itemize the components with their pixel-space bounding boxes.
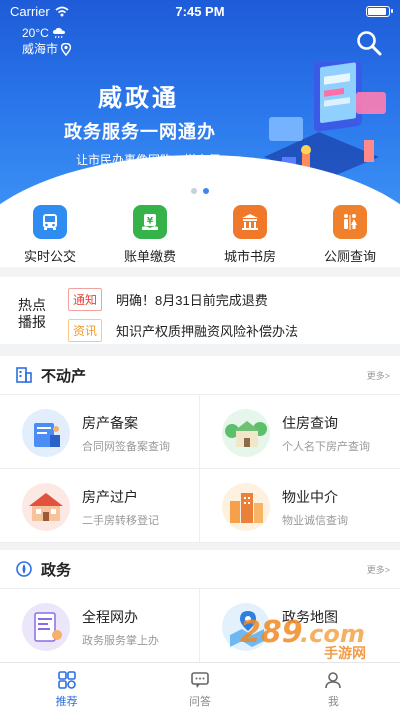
service-property-transfer[interactable]: 房产过户 二手房转移登记 bbox=[0, 469, 200, 543]
section-header: 不动产 更多> bbox=[0, 356, 400, 394]
profile-icon bbox=[325, 672, 342, 689]
quick-item-bus[interactable]: 实时公交 bbox=[0, 205, 100, 267]
more-link[interactable]: 更多> bbox=[367, 369, 390, 382]
service-title: 物业中介 bbox=[282, 489, 338, 505]
section-title: 政务 bbox=[41, 561, 72, 579]
tab-recommend[interactable]: 推荐 bbox=[0, 663, 133, 710]
banner-brand: 威政通 bbox=[98, 85, 179, 112]
service-title: 房产过户 bbox=[82, 489, 138, 505]
property-transfer-illustration bbox=[22, 483, 70, 531]
news-item[interactable]: 资讯 知识产权质押融资风险补偿办法 bbox=[68, 319, 298, 342]
city-label: 威海市 bbox=[22, 42, 59, 56]
hot-news-heading: 热点 播报 bbox=[18, 297, 46, 331]
property-filing-illustration bbox=[22, 409, 70, 457]
pager-dot[interactable] bbox=[191, 188, 197, 194]
service-title: 全程网办 bbox=[82, 609, 138, 625]
quick-item-toilet[interactable]: 公厕查询 bbox=[300, 205, 400, 267]
wifi-icon bbox=[55, 6, 69, 16]
service-title: 住房查询 bbox=[282, 415, 338, 431]
notice-tag: 通知 bbox=[68, 288, 103, 311]
recommend-icon bbox=[57, 671, 76, 689]
service-title: 房产备案 bbox=[82, 415, 138, 431]
service-desc: 物业诚信查询 bbox=[282, 515, 348, 527]
svg-text:手游网: 手游网 bbox=[324, 645, 366, 660]
housing-query-illustration bbox=[222, 409, 270, 457]
tab-qa[interactable]: 问答 bbox=[133, 663, 266, 710]
section-header: 政务 更多> bbox=[0, 550, 400, 588]
quick-item-label: 城市书房 bbox=[223, 249, 276, 264]
banner-slogan: 政务服务一网通办 bbox=[64, 122, 216, 142]
quick-item-bill[interactable]: ¥ 账单缴费 bbox=[100, 205, 200, 267]
service-desc: 二手房转移登记 bbox=[82, 515, 159, 527]
service-grid: 房产备案 合同网签备案查询 住房查询 个人名下房产查询 房产过户 二手房转移登记… bbox=[0, 394, 400, 543]
real-estate-section: 不动产 更多> 房产备案 合同网签备案查询 住房查询 个人名下房产查询 房产过户… bbox=[0, 356, 400, 543]
weather-widget[interactable]: 20°C 威海市 bbox=[22, 25, 72, 57]
pager-dot[interactable] bbox=[203, 188, 209, 194]
temperature-label: 20°C bbox=[22, 26, 49, 40]
service-property-filing[interactable]: 房产备案 合同网签备案查询 bbox=[0, 395, 200, 469]
info-tag: 资讯 bbox=[68, 319, 103, 342]
tab-profile[interactable]: 我 bbox=[267, 663, 400, 710]
svg-text:289: 289 bbox=[240, 615, 303, 650]
qa-icon bbox=[191, 672, 209, 688]
section-title: 不动产 bbox=[41, 367, 87, 385]
news-text: 知识产权质押融资风险补偿办法 bbox=[116, 324, 299, 339]
hot-news-label: 热点 播报 bbox=[18, 297, 46, 330]
bus-icon bbox=[33, 205, 67, 239]
rain-cloud-icon bbox=[52, 27, 65, 39]
search-icon[interactable] bbox=[356, 30, 382, 56]
battery-icon bbox=[366, 5, 393, 17]
full-online-illustration bbox=[22, 603, 70, 651]
news-text: 明确！8月31日前完成退费 bbox=[116, 293, 268, 308]
status-bar: Carrier 7:45 PM bbox=[0, 0, 400, 22]
toilet-icon bbox=[333, 205, 367, 239]
service-desc: 个人名下房产查询 bbox=[282, 441, 370, 453]
svg-text:.com: .com bbox=[300, 620, 365, 648]
quick-services: 实时公交 ¥ 账单缴费 城市书房 公厕查询 bbox=[0, 205, 400, 267]
tab-label: 推荐 bbox=[55, 696, 78, 708]
quick-item-library[interactable]: 城市书房 bbox=[200, 205, 300, 267]
news-item[interactable]: 通知 明确！8月31日前完成退费 bbox=[68, 288, 268, 311]
quick-item-label: 实时公交 bbox=[23, 249, 76, 264]
tab-label: 问答 bbox=[188, 696, 211, 708]
government-icon bbox=[16, 561, 32, 577]
hot-news-panel: 热点 播报 通知 明确！8月31日前完成退费 资讯 知识产权质押融资风险补偿办法 bbox=[0, 277, 400, 344]
service-desc: 合同网签备案查询 bbox=[82, 441, 170, 453]
property-agency-illustration bbox=[222, 483, 270, 531]
bottom-tab-bar: 推荐 问答 我 bbox=[0, 662, 400, 710]
service-full-online[interactable]: 全程网办 政务服务掌上办 bbox=[0, 589, 200, 662]
carrier-label: Carrier bbox=[10, 3, 50, 19]
service-desc: 政务服务掌上办 bbox=[82, 635, 159, 647]
banner-pager[interactable] bbox=[0, 188, 400, 194]
banner-sub-slogan: 让市民办事像网购一样方便 bbox=[76, 153, 221, 167]
more-link[interactable]: 更多> bbox=[367, 563, 390, 576]
service-property-agency[interactable]: 物业中介 物业诚信查询 bbox=[200, 469, 400, 543]
watermark-logo: 289 .com 手游网 bbox=[240, 615, 366, 660]
quick-item-label: 账单缴费 bbox=[123, 249, 176, 264]
quick-item-label: 公厕查询 bbox=[323, 249, 376, 264]
svg-text:¥: ¥ bbox=[147, 217, 154, 227]
library-icon bbox=[233, 205, 267, 239]
bill-payment-icon: ¥ bbox=[133, 205, 167, 239]
building-icon bbox=[16, 367, 32, 383]
location-pin-icon bbox=[61, 42, 72, 56]
service-housing-query[interactable]: 住房查询 个人名下房产查询 bbox=[200, 395, 400, 469]
tab-label: 我 bbox=[327, 696, 339, 708]
